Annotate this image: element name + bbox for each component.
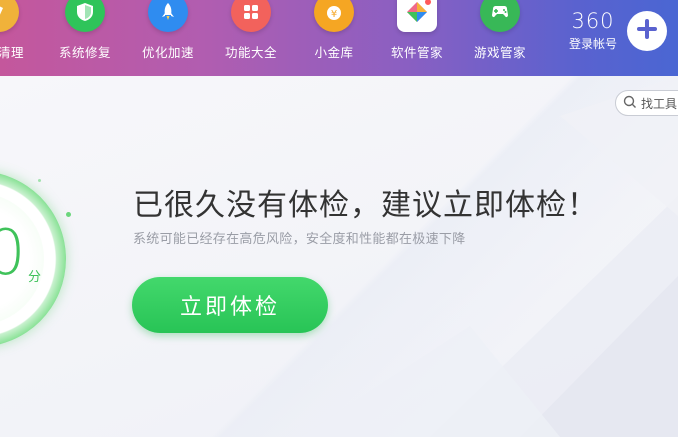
search-tools-input[interactable]: 找工具 [615,90,678,116]
brand-logo: 360 [571,9,615,33]
nav-item-system-repair[interactable]: 系统修复 [50,0,120,76]
grid-icon [231,0,271,32]
nav-item-game-manager[interactable]: 游戏管家 [465,0,535,76]
nav-label-software-manager: 软件管家 [390,45,443,60]
nav-item-all-features[interactable]: 功能大全 [216,0,286,76]
nav-item-speed-up[interactable]: 优化加速 [133,0,203,76]
nav-label-speed-up: 优化加速 [141,45,194,60]
background-facets [300,76,678,437]
nav-label-cleanup: 清理 [0,45,25,60]
nav-label-all-features: 功能大全 [224,45,277,60]
search-icon [623,94,637,113]
rocket-icon [148,0,188,32]
nav-item-software-manager[interactable]: 软件管家 [382,0,452,76]
checkup-panel: 找工具 0 分 已很久没有体检，建议立即体检！ 系统可能已经存在高危风险，安全度… [0,76,678,437]
spark-dot [38,179,41,182]
nav-item-cleanup[interactable]: 清理 [0,0,34,76]
software-icon [397,0,437,32]
nav-label-vault: 小金库 [314,45,354,60]
checkup-subline: 系统可能已经存在高危风险，安全度和性能都在极速下降 [133,232,466,247]
plus-icon [634,16,660,46]
login-label: 登录帐号 [568,37,617,51]
login-account[interactable]: 360 登录帐号 [558,6,628,66]
score-value: 0 [0,216,26,289]
money-bag-icon: ¥ [314,0,354,32]
spark-dot [66,212,71,217]
score-unit: 分 [28,270,42,285]
top-nav-bar: 清理 系统修复 优化加速 功能大全 ¥ 小金库 软件管家 游戏管家 360 登录… [0,0,678,76]
broom-icon [0,0,19,32]
start-checkup-button[interactable]: 立即体检 [132,277,328,333]
gamepad-icon [480,0,520,32]
add-button[interactable] [627,11,667,51]
checkup-headline: 已很久没有体检，建议立即体检！ [133,188,598,223]
nav-item-vault[interactable]: ¥ 小金库 [299,0,369,76]
svg-text:¥: ¥ [331,9,337,20]
nav-label-game-manager: 游戏管家 [473,45,526,60]
search-placeholder: 找工具 [641,96,678,111]
shield-icon [65,0,105,32]
nav-label-system-repair: 系统修复 [58,45,111,60]
